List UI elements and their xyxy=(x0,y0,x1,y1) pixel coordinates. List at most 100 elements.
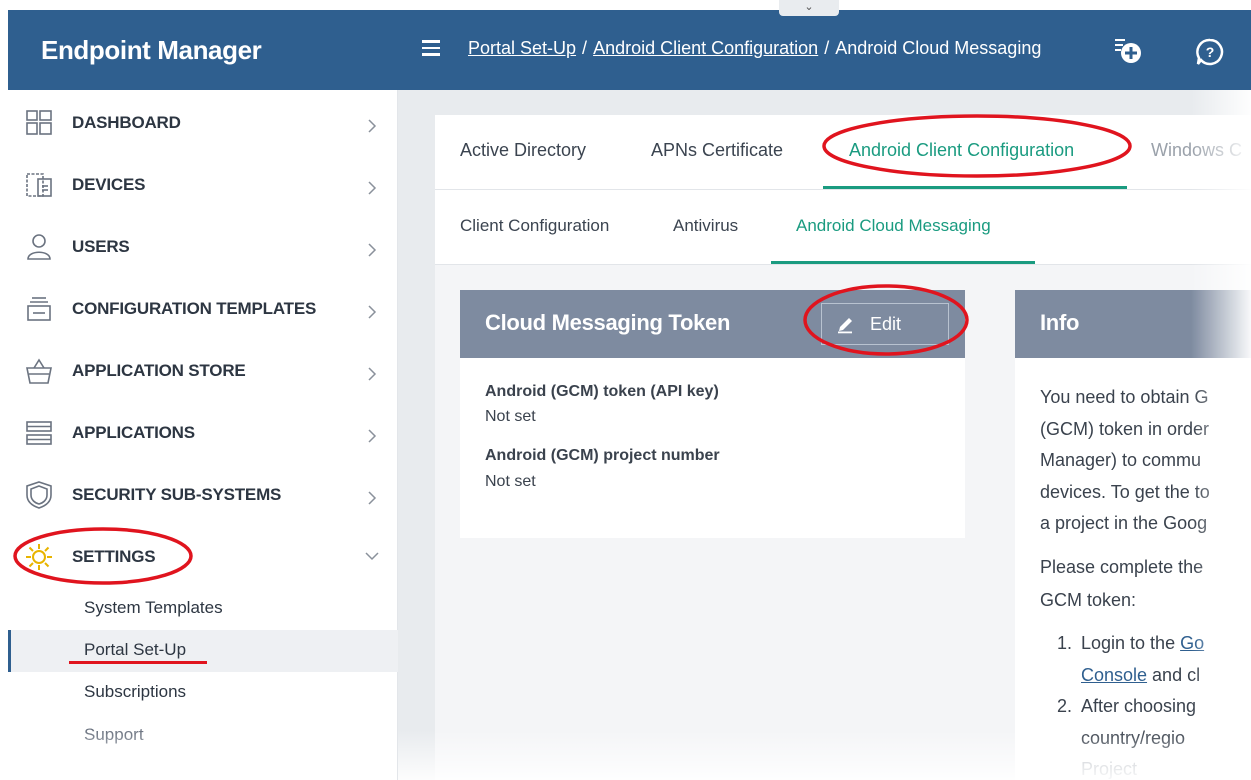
sidebar-subitem-system-templates[interactable]: System Templates xyxy=(8,588,398,630)
step-text: and cl xyxy=(1147,664,1201,685)
annotation-underline xyxy=(69,661,207,664)
sidebar-item-label: DEVICES xyxy=(72,175,146,194)
field-label-gcm-token: Android (GCM) token (API key) xyxy=(485,383,719,400)
sidebar-item-applications[interactable]: APPLICATIONS xyxy=(8,402,398,464)
card-title: Info xyxy=(1040,310,1080,335)
help-icon[interactable]: ? xyxy=(1196,38,1224,66)
field-value-gcm-project: Not set xyxy=(485,473,536,490)
step-text: country/regio xyxy=(1081,727,1186,748)
google-console-link[interactable]: Go xyxy=(1180,633,1204,653)
chevron-right-icon xyxy=(368,367,377,381)
sidebar-item-application-store[interactable]: APPLICATION STORE xyxy=(8,340,398,402)
cloud-messaging-token-card: Cloud Messaging Token Edit Android (GCM)… xyxy=(460,290,965,538)
chevron-right-icon xyxy=(368,119,377,133)
primary-tabs: Active Directory APNs Certificate Androi… xyxy=(435,115,1251,190)
applications-icon xyxy=(26,421,52,445)
info-card: Info You need to obtain G (GCM) token in… xyxy=(1015,290,1251,780)
sidebar-item-security-sub-systems[interactable]: SECURITY SUB-SYSTEMS xyxy=(8,464,398,526)
list-item: Console and cl xyxy=(1081,660,1204,692)
tab-windows-client[interactable]: Windows C xyxy=(1151,140,1242,161)
dashboard-icon xyxy=(26,110,52,135)
store-basket-icon xyxy=(26,358,52,384)
sidebar-item-label: DASHBOARD xyxy=(72,113,181,132)
field-value-gcm-token: Not set xyxy=(485,408,536,425)
sidebar-subitem-label: Subscriptions xyxy=(84,682,187,701)
sidebar-item-label: APPLICATIONS xyxy=(72,423,195,442)
card-header: Info xyxy=(1015,290,1251,358)
list-item: country/regio xyxy=(1081,723,1204,755)
add-icon[interactable] xyxy=(1113,36,1143,66)
active-indicator xyxy=(8,630,11,672)
svg-text:?: ? xyxy=(1206,44,1215,60)
card-header: Cloud Messaging Token Edit xyxy=(460,290,965,358)
gear-icon xyxy=(26,544,52,570)
sidebar-item-configuration-templates[interactable]: CONFIGURATION TEMPLATES xyxy=(8,278,398,340)
sidebar-item-label: CONFIGURATION TEMPLATES xyxy=(72,299,317,318)
breadcrumb-separator: / xyxy=(582,38,588,58)
tab-antivirus[interactable]: Antivirus xyxy=(673,216,738,236)
step-number: 1. xyxy=(1057,633,1073,653)
list-item: Project xyxy=(1081,754,1204,780)
pencil-icon xyxy=(838,318,852,334)
sidebar-item-dashboard[interactable]: DASHBOARD xyxy=(8,92,398,154)
info-paragraph: You need to obtain G (GCM) token in orde… xyxy=(1040,387,1210,533)
sidebar-item-label: APPLICATION STORE xyxy=(72,361,246,380)
shield-icon xyxy=(26,481,52,509)
chevron-right-icon xyxy=(368,181,377,195)
tab-client-configuration[interactable]: Client Configuration xyxy=(460,216,609,236)
chevron-right-icon xyxy=(368,243,377,257)
sidebar-subitem-label: Portal Set-Up xyxy=(84,640,187,659)
field-label-gcm-project: Android (GCM) project number xyxy=(485,447,720,464)
sidebar-subitem-support[interactable]: Support xyxy=(8,715,398,757)
devices-icon xyxy=(26,173,52,197)
breadcrumb-portal-setup[interactable]: Portal Set-Up xyxy=(468,38,576,58)
chevron-down-icon xyxy=(365,552,379,561)
sidebar-item-settings[interactable]: SETTINGS xyxy=(8,526,398,588)
tab-android-client-configuration[interactable]: Android Client Configuration xyxy=(849,140,1074,161)
step-text: Project xyxy=(1081,759,1138,779)
chevron-right-icon xyxy=(368,491,377,505)
sidebar-item-users[interactable]: USERS xyxy=(8,216,398,278)
step-number: 2. xyxy=(1057,696,1073,716)
info-paragraph: Please complete the GCM token: xyxy=(1040,557,1204,610)
card-title: Cloud Messaging Token xyxy=(485,310,731,335)
chevron-right-icon xyxy=(368,429,377,443)
tab-android-cloud-messaging[interactable]: Android Cloud Messaging xyxy=(796,216,991,236)
sidebar-item-label: SETTINGS xyxy=(72,547,156,566)
info-steps: 1. Login to the Go Console and cl 2. Aft… xyxy=(1057,628,1204,780)
step-text: After choosing xyxy=(1081,696,1197,716)
tab-active-directory[interactable]: Active Directory xyxy=(460,140,586,161)
breadcrumb-current: Android Cloud Messaging xyxy=(835,38,1042,58)
sidebar-item-label: USERS xyxy=(72,237,130,256)
active-subtab-indicator xyxy=(771,261,1035,264)
app-title-text: Endpoint Manager xyxy=(41,34,262,65)
tab-apns-certificate[interactable]: APNs Certificate xyxy=(651,140,783,161)
top-bar: Portal Set-Up / Android Client Configurati… xyxy=(398,10,1251,90)
sidebar-item-devices[interactable]: DEVICES xyxy=(8,154,398,216)
edit-button-label: Edit xyxy=(870,314,902,334)
content-panel: Active Directory APNs Certificate Androi… xyxy=(435,115,1251,780)
hamburger-menu-icon[interactable] xyxy=(422,40,440,56)
list-item: 1. Login to the Go xyxy=(1057,628,1204,660)
chevron-down-icon: ⌄ xyxy=(804,1,814,13)
breadcrumb-android-client-config[interactable]: Android Client Configuration xyxy=(593,38,818,58)
collapse-toggle[interactable]: ⌄ xyxy=(779,0,839,16)
secondary-tabs: Client Configuration Antivirus Android C… xyxy=(435,190,1251,265)
sidebar-subitem-portal-setup[interactable]: Portal Set-Up xyxy=(8,630,398,672)
sidebar-subitem-label: System Templates xyxy=(84,598,223,617)
main-content: Active Directory APNs Certificate Androi… xyxy=(398,90,1251,780)
list-item: 2. After choosing xyxy=(1057,691,1204,723)
chevron-right-icon xyxy=(368,305,377,319)
user-icon xyxy=(27,234,51,260)
app-title: Endpoint Manager xyxy=(8,10,398,90)
step-text: Login to the xyxy=(1081,633,1181,653)
sidebar-subitem-subscriptions[interactable]: Subscriptions xyxy=(8,672,398,714)
console-link[interactable]: Console xyxy=(1081,665,1147,685)
breadcrumb-separator: / xyxy=(824,38,830,58)
sidebar: DASHBOARD DEVICES USERS CONFIGURATION TE… xyxy=(8,90,398,780)
templates-icon xyxy=(27,297,51,321)
edit-button[interactable]: Edit xyxy=(821,303,949,345)
breadcrumb: Portal Set-Up / Android Client Configurati… xyxy=(468,38,1041,59)
sidebar-item-label: SECURITY SUB-SYSTEMS xyxy=(72,485,282,504)
active-tab-indicator xyxy=(823,186,1127,189)
